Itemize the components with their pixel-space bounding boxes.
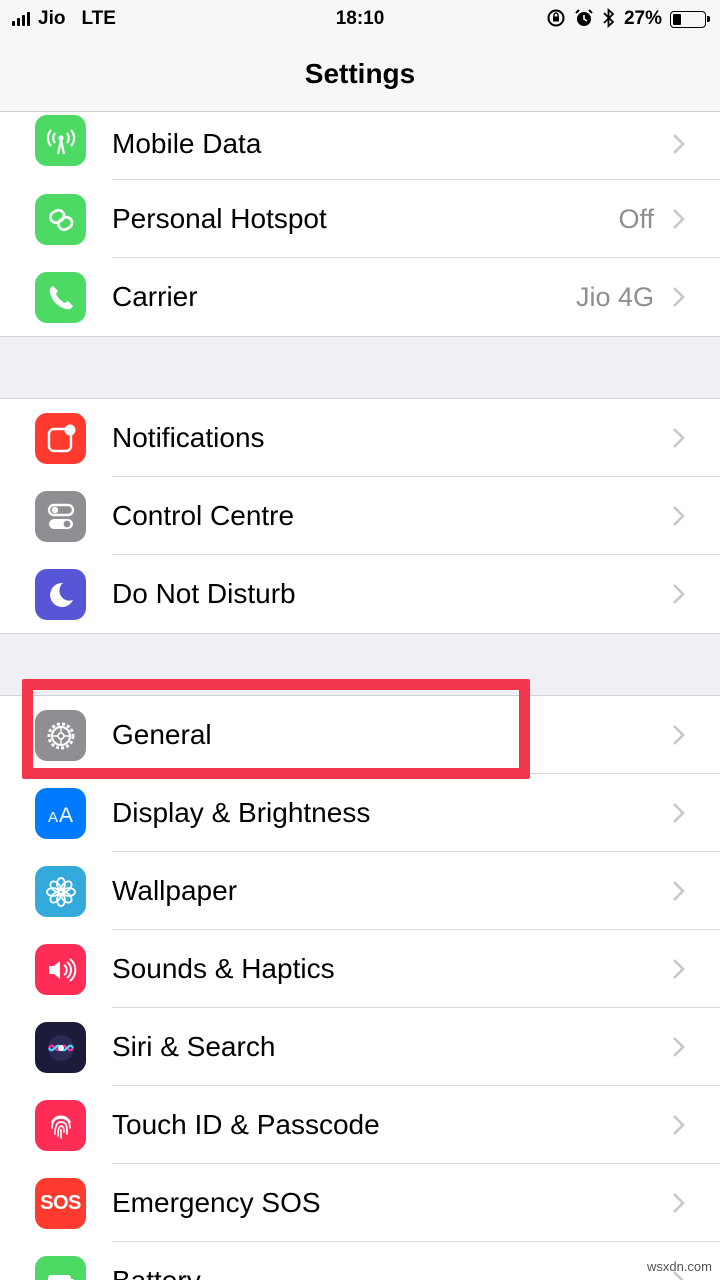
row-label: Sounds & Haptics xyxy=(112,953,335,984)
gear-icon xyxy=(35,710,86,761)
chevron-right-icon xyxy=(673,134,685,154)
page-title: Settings xyxy=(304,57,416,89)
row-label: Do Not Disturb xyxy=(112,578,296,609)
chevron-right-icon xyxy=(673,881,685,901)
settings-group-notifications: Notifications Control Centre Do Not Dist… xyxy=(0,398,720,634)
navigation-bar: Settings xyxy=(0,38,720,112)
bluetooth-icon xyxy=(602,7,616,31)
chevron-right-icon xyxy=(673,1193,685,1213)
settings-group-connectivity: Mobile Data Personal Hotspot Off Carrier… xyxy=(0,112,720,337)
phone-icon xyxy=(35,272,86,323)
watermark: wsxdn.com xyxy=(646,1259,712,1274)
sos-icon-text: SOS xyxy=(40,1192,81,1214)
chevron-right-icon xyxy=(673,506,685,526)
row-display-brightness[interactable]: AA Display & Brightness xyxy=(0,774,720,852)
svg-text:A: A xyxy=(59,804,73,827)
notifications-icon xyxy=(35,413,86,464)
network-type: LTE xyxy=(81,8,116,29)
battery-icon xyxy=(35,1256,86,1280)
chevron-right-icon xyxy=(673,1115,685,1135)
speaker-icon xyxy=(35,944,86,995)
chevron-right-icon xyxy=(673,584,685,604)
row-label: Notifications xyxy=(112,422,265,453)
row-label: Touch ID & Passcode xyxy=(112,1109,380,1140)
row-carrier[interactable]: Carrier Jio 4G xyxy=(0,258,720,336)
row-sounds-haptics[interactable]: Sounds & Haptics xyxy=(0,930,720,1008)
row-control-centre[interactable]: Control Centre xyxy=(0,477,720,555)
svg-text:A: A xyxy=(48,809,58,826)
row-personal-hotspot[interactable]: Personal Hotspot Off xyxy=(0,180,720,258)
settings-group-device: General AA Display & Brightness Wallpape… xyxy=(0,695,720,1280)
carrier-name: Jio xyxy=(38,8,66,29)
row-label: Display & Brightness xyxy=(112,797,371,828)
row-label: Wallpaper xyxy=(112,875,238,906)
row-label: General xyxy=(112,719,212,750)
chevron-right-icon xyxy=(673,803,685,823)
battery-percent: 27% xyxy=(623,8,662,29)
row-wallpaper[interactable]: Wallpaper xyxy=(0,852,720,930)
settings-list[interactable]: Mobile Data Personal Hotspot Off Carrier… xyxy=(0,112,720,1280)
row-label: Emergency SOS xyxy=(112,1187,321,1218)
fingerprint-icon xyxy=(35,1100,86,1151)
row-notifications[interactable]: Notifications xyxy=(0,399,720,477)
row-mobile-data[interactable]: Mobile Data xyxy=(0,112,720,180)
status-right: 27% xyxy=(546,7,710,31)
antenna-icon xyxy=(35,115,86,166)
siri-icon xyxy=(35,1022,86,1073)
row-value: Off xyxy=(618,204,654,234)
row-battery[interactable]: Battery xyxy=(0,1242,720,1280)
row-emergency-sos[interactable]: SOS Emergency SOS xyxy=(0,1164,720,1242)
chevron-right-icon xyxy=(673,428,685,448)
sos-icon: SOS xyxy=(35,1178,86,1229)
row-label: Siri & Search xyxy=(112,1031,276,1062)
rotation-lock-icon xyxy=(546,8,566,31)
hotspot-link-icon xyxy=(35,194,86,245)
status-bar: Jio LTE 18:10 27% xyxy=(0,0,720,38)
chevron-right-icon xyxy=(673,209,685,229)
battery-level-icon xyxy=(670,10,710,28)
row-label: Carrier xyxy=(112,281,198,312)
chevron-right-icon xyxy=(673,1037,685,1057)
row-label: Battery xyxy=(112,1242,201,1280)
status-left: Jio LTE xyxy=(12,8,116,30)
signal-strength-icon xyxy=(12,12,30,26)
chevron-right-icon xyxy=(673,725,685,745)
chevron-right-icon xyxy=(673,959,685,979)
flower-icon xyxy=(35,866,86,917)
row-label: Mobile Data xyxy=(112,128,262,159)
row-general[interactable]: General xyxy=(0,696,720,774)
row-label: Personal Hotspot xyxy=(112,203,327,234)
row-value: Jio 4G xyxy=(575,282,654,312)
chevron-right-icon xyxy=(673,287,685,307)
row-siri-search[interactable]: Siri & Search xyxy=(0,1008,720,1086)
row-do-not-disturb[interactable]: Do Not Disturb xyxy=(0,555,720,633)
moon-icon xyxy=(35,569,86,620)
row-label: Control Centre xyxy=(112,500,295,531)
alarm-icon xyxy=(574,8,594,31)
toggles-icon xyxy=(35,491,86,542)
text-size-icon: AA xyxy=(35,788,86,839)
row-touch-id-passcode[interactable]: Touch ID & Passcode xyxy=(0,1086,720,1164)
